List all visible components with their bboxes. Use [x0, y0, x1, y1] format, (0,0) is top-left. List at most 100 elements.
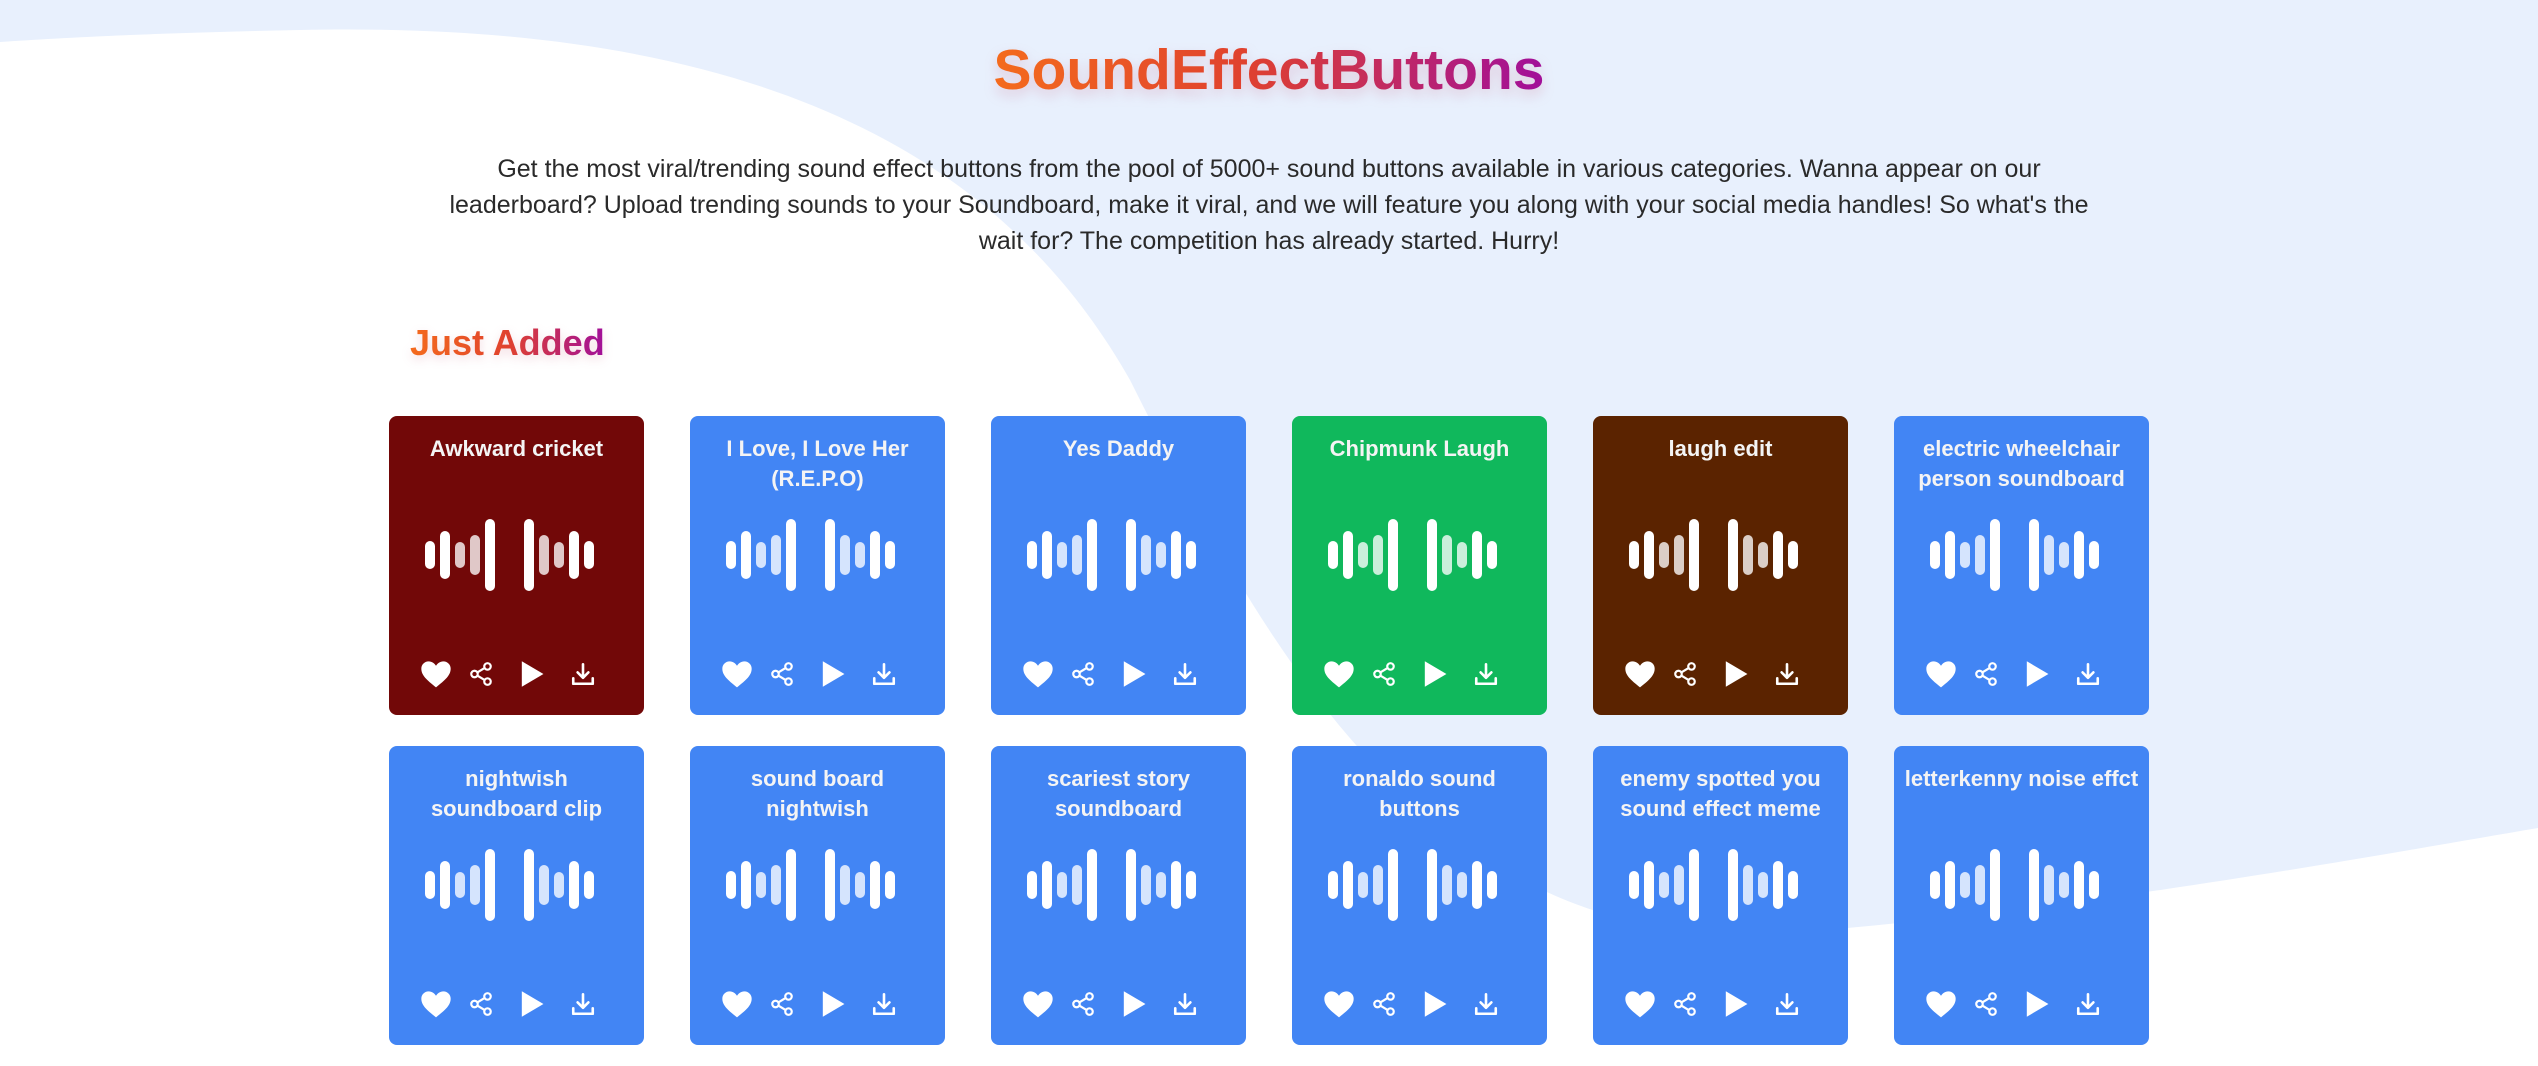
- play-button[interactable]: [2020, 987, 2054, 1021]
- download-button[interactable]: [1168, 657, 1202, 691]
- download-icon: [1774, 991, 1800, 1017]
- waveform-bar: [1457, 542, 1467, 568]
- share-button[interactable]: [1668, 987, 1702, 1021]
- waveform-icon: [726, 849, 895, 921]
- download-button[interactable]: [1469, 987, 1503, 1021]
- waveform-bar: [855, 542, 865, 568]
- like-button[interactable]: [1322, 987, 1356, 1021]
- sound-card[interactable]: I Love, I Love Her (R.E.P.O): [690, 416, 945, 715]
- like-button[interactable]: [1322, 657, 1356, 691]
- like-button[interactable]: [419, 657, 453, 691]
- share-button[interactable]: [1066, 657, 1100, 691]
- sound-card[interactable]: sound board nightwish: [690, 746, 945, 1045]
- like-button[interactable]: [1924, 987, 1958, 1021]
- sound-card[interactable]: scariest story soundboard: [991, 746, 1246, 1045]
- like-button[interactable]: [1623, 657, 1657, 691]
- heart-icon: [1925, 989, 1957, 1019]
- heart-icon: [1323, 989, 1355, 1019]
- waveform-bar: [1156, 542, 1166, 568]
- waveform-icon: [425, 519, 594, 591]
- download-icon: [570, 991, 596, 1017]
- share-button[interactable]: [464, 987, 498, 1021]
- sound-card-actions: [1924, 657, 2124, 691]
- waveform-bar: [1758, 542, 1768, 568]
- share-button[interactable]: [1969, 987, 2003, 1021]
- sound-card[interactable]: enemy spotted you sound effect meme: [1593, 746, 1848, 1045]
- waveform-bar: [1343, 861, 1353, 909]
- play-button[interactable]: [1719, 657, 1753, 691]
- heart-icon: [1022, 989, 1054, 1019]
- like-button[interactable]: [1021, 987, 1055, 1021]
- waveform-bar: [825, 519, 835, 591]
- play-button[interactable]: [515, 657, 549, 691]
- share-button[interactable]: [464, 657, 498, 691]
- waveform-bar: [1328, 871, 1338, 899]
- heart-icon: [721, 659, 753, 689]
- download-button[interactable]: [867, 987, 901, 1021]
- sound-card-actions: [1322, 987, 1522, 1021]
- sound-card[interactable]: Yes Daddy: [991, 416, 1246, 715]
- download-button[interactable]: [1469, 657, 1503, 691]
- share-button[interactable]: [1668, 657, 1702, 691]
- share-button[interactable]: [1367, 987, 1401, 1021]
- waveform-bar: [1457, 872, 1467, 898]
- download-button[interactable]: [2071, 987, 2105, 1021]
- download-button[interactable]: [1770, 987, 1804, 1021]
- download-button[interactable]: [867, 657, 901, 691]
- waveform-bar: [1644, 861, 1654, 909]
- play-button[interactable]: [1418, 657, 1452, 691]
- download-button[interactable]: [1168, 987, 1202, 1021]
- play-button[interactable]: [2020, 657, 2054, 691]
- like-button[interactable]: [1924, 657, 1958, 691]
- like-button[interactable]: [419, 987, 453, 1021]
- play-button[interactable]: [1117, 657, 1151, 691]
- waveform-bar: [440, 531, 450, 579]
- waveform-bar: [1975, 535, 1985, 575]
- sound-card-title: Chipmunk Laugh: [1329, 436, 1510, 461]
- play-button[interactable]: [1719, 987, 1753, 1021]
- heart-icon: [1624, 659, 1656, 689]
- download-button[interactable]: [566, 657, 600, 691]
- share-icon: [1672, 661, 1698, 687]
- waveform-bar: [1674, 535, 1684, 575]
- share-button[interactable]: [1066, 987, 1100, 1021]
- sound-card[interactable]: letterkenny noise effct: [1894, 746, 2149, 1045]
- play-button[interactable]: [816, 987, 850, 1021]
- download-button[interactable]: [2071, 657, 2105, 691]
- share-button[interactable]: [765, 657, 799, 691]
- heart-icon: [420, 989, 452, 1019]
- like-button[interactable]: [720, 987, 754, 1021]
- download-button[interactable]: [1770, 657, 1804, 691]
- waveform-bar: [1629, 871, 1639, 899]
- sound-card[interactable]: ronaldo sound buttons: [1292, 746, 1547, 1045]
- sound-card-title: electric wheelchair person soundboard: [1918, 436, 2125, 491]
- sound-card-title: enemy spotted you sound effect meme: [1620, 766, 1821, 821]
- like-button[interactable]: [1623, 987, 1657, 1021]
- sound-card[interactable]: nightwish soundboard clip: [389, 746, 644, 1045]
- download-button[interactable]: [566, 987, 600, 1021]
- share-button[interactable]: [765, 987, 799, 1021]
- like-button[interactable]: [720, 657, 754, 691]
- play-button[interactable]: [816, 657, 850, 691]
- play-button[interactable]: [1117, 987, 1151, 1021]
- heart-icon: [420, 659, 452, 689]
- play-icon: [1121, 660, 1147, 688]
- play-button[interactable]: [515, 987, 549, 1021]
- waveform-bar: [1343, 531, 1353, 579]
- waveform-bar: [1186, 541, 1196, 569]
- play-icon: [1723, 660, 1749, 688]
- waveform-bar: [1358, 872, 1368, 898]
- share-button[interactable]: [1367, 657, 1401, 691]
- share-button[interactable]: [1969, 657, 2003, 691]
- intro-paragraph: Get the most viral/trending sound effect…: [449, 155, 2089, 255]
- share-icon: [1672, 991, 1698, 1017]
- waveform-icon: [1629, 849, 1798, 921]
- sound-card[interactable]: laugh edit: [1593, 416, 1848, 715]
- like-button[interactable]: [1021, 657, 1055, 691]
- download-icon: [1774, 661, 1800, 687]
- sound-card[interactable]: Awkward cricket: [389, 416, 644, 715]
- play-button[interactable]: [1418, 987, 1452, 1021]
- sound-card[interactable]: electric wheelchair person soundboard: [1894, 416, 2149, 715]
- sound-card[interactable]: Chipmunk Laugh: [1292, 416, 1547, 715]
- sound-card-title: ronaldo sound buttons: [1343, 766, 1496, 821]
